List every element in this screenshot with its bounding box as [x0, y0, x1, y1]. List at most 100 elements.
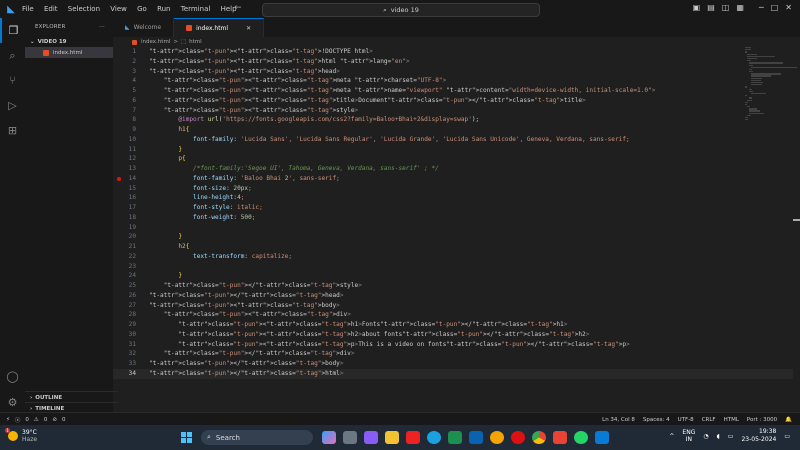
code-line[interactable]: 10 font-family: 'Lucida Sans', 'Lucida S… — [113, 135, 793, 145]
code-line[interactable]: 25 "t-attr">class="t-pun"></"t-attr">cla… — [113, 281, 793, 291]
code-line[interactable]: 15 font-size: 20px; — [113, 184, 793, 194]
code-line[interactable]: 8 @import url('https://fonts.googleapis.… — [113, 115, 793, 125]
code-line[interactable]: 4 "t-attr">class="t-pun"><"t-attr">class… — [113, 76, 793, 86]
layout-icon[interactable]: ▦ — [736, 3, 744, 12]
minimap[interactable] — [745, 47, 797, 121]
tab-index-html[interactable]: index.html ✕ — [174, 18, 265, 37]
windows-start-icon[interactable] — [181, 432, 192, 443]
toggle-secondary-sidebar-icon[interactable]: ◫ — [722, 3, 730, 12]
code-line[interactable]: 24 } — [113, 271, 793, 281]
code-line[interactable]: 34 "t-attr">class="t-pun"></"t-attr">clas… — [113, 368, 793, 379]
code-line[interactable]: 26 "t-attr">class="t-pun"></"t-attr">clas… — [113, 291, 793, 301]
end-of-line[interactable]: CRLF — [702, 417, 716, 423]
clock[interactable]: 19:38 23-05-2024 — [741, 428, 776, 444]
maximize-icon[interactable]: □ — [771, 3, 779, 12]
close-icon[interactable]: ✕ — [785, 3, 792, 12]
code-line[interactable]: 28 "t-attr">class="t-pun"><"t-attr">clas… — [113, 310, 793, 320]
code-line[interactable]: 32 "t-attr">class="t-pun"></"t-attr">cla… — [113, 349, 793, 359]
code-line[interactable]: 30 "t-attr">class="t-pun"><"t-attr">clas… — [113, 330, 793, 340]
code-line[interactable]: 6 "t-attr">class="t-pun"><"t-attr">class… — [113, 96, 793, 106]
cursor-position[interactable]: Ln 34, Col 8 — [602, 417, 635, 423]
code-editor[interactable]: 1 "t-attr">class="t-pun"><"t-attr">class=… — [113, 47, 793, 387]
breadcrumb-node[interactable]: html — [189, 39, 202, 45]
remote-icon[interactable]: ⚡ — [6, 417, 10, 423]
more-actions-icon[interactable]: ··· — [99, 24, 105, 30]
folder-video-19[interactable]: ⌄ VIDEO 19 — [25, 36, 113, 47]
code-line[interactable]: 2 "t-attr">class="t-pun"><"t-attr">class=… — [113, 57, 793, 67]
account-icon[interactable]: ◯ — [0, 364, 25, 389]
command-center-search[interactable]: ⌕ video 19 — [262, 3, 540, 17]
live-server-port[interactable]: Port : 3000 — [747, 417, 777, 423]
code-line[interactable]: 22 text-transform: capitalize; — [113, 252, 793, 262]
source-control-icon[interactable]: ⑂ — [0, 68, 25, 93]
code-line[interactable]: 1 "t-attr">class="t-pun"><"t-attr">class=… — [113, 47, 793, 57]
scrollbar-marker[interactable] — [793, 219, 800, 221]
code-line[interactable]: 5 "t-attr">class="t-pun"><"t-attr">class… — [113, 86, 793, 96]
code-line[interactable]: 17 font-style: italic; — [113, 203, 793, 213]
youtube-icon[interactable] — [406, 431, 420, 444]
gmail-icon[interactable] — [553, 431, 567, 444]
run-debug-icon[interactable]: ▷ — [0, 93, 25, 118]
toggle-panel-icon[interactable]: ▤ — [707, 3, 715, 12]
notification-center-icon[interactable]: ▭ — [784, 433, 790, 440]
battery-icon[interactable]: ▭ — [728, 433, 734, 440]
taskbar-search[interactable]: ⌕ Search — [201, 430, 313, 445]
opera-icon[interactable] — [511, 431, 525, 444]
azure-icon[interactable] — [469, 431, 483, 444]
wifi-icon[interactable]: ◔ — [703, 433, 708, 440]
close-tab-icon[interactable]: ✕ — [246, 25, 251, 32]
menu-selection[interactable]: Selection — [68, 5, 100, 13]
file-index-html[interactable]: index.html — [25, 47, 113, 58]
tab-welcome[interactable]: ◣ Welcome — [113, 18, 175, 37]
explorer-icon[interactable]: ❐ — [0, 18, 25, 43]
weather-widget[interactable]: 1 39°C Haze — [5, 428, 37, 443]
menu-file[interactable]: File — [22, 5, 34, 13]
chrome-canary-icon[interactable] — [490, 431, 504, 444]
language-indicator[interactable]: ENG IN — [682, 429, 695, 443]
file-explorer-icon[interactable] — [385, 431, 399, 444]
warning-count[interactable]: 0 — [44, 417, 48, 423]
menu-run[interactable]: Run — [157, 5, 170, 13]
widgets-icon[interactable] — [364, 431, 378, 444]
ports-count[interactable]: 0 — [62, 417, 66, 423]
code-line[interactable]: 23 — [113, 262, 793, 272]
code-line[interactable]: 12 p{ — [113, 154, 793, 164]
code-line[interactable]: 27 "t-attr">class="t-pun"><"t-attr">class… — [113, 301, 793, 311]
extensions-icon[interactable]: ⊞ — [0, 118, 25, 143]
chrome-icon[interactable] — [532, 431, 546, 444]
menu-view[interactable]: View — [110, 5, 127, 13]
copilot-icon[interactable] — [322, 431, 336, 444]
vscode-taskbar-icon[interactable] — [595, 431, 609, 444]
toggle-sidebar-icon[interactable]: ▣ — [693, 3, 701, 12]
code-line[interactable]: 14 font-family: 'Baloo Bhai 2', sans-ser… — [113, 174, 793, 184]
code-line[interactable]: 33 "t-attr">class="t-pun"></"t-attr">clas… — [113, 359, 793, 369]
code-line[interactable]: 11 } — [113, 145, 793, 155]
excel-icon[interactable] — [448, 431, 462, 444]
search-view-icon[interactable]: ⌕ — [0, 43, 25, 68]
code-line[interactable]: 19 — [113, 223, 793, 233]
tray-chevron-icon[interactable]: ^ — [669, 433, 674, 440]
edge-icon[interactable] — [427, 431, 441, 444]
menu-edit[interactable]: Edit — [44, 5, 58, 13]
notifications-bell-icon[interactable]: 🔔 — [785, 417, 792, 423]
code-line[interactable]: 31 "t-attr">class="t-pun"><"t-attr">clas… — [113, 340, 793, 350]
code-line[interactable]: 20 } — [113, 232, 793, 242]
code-line[interactable]: 13 /*font-family:'Segoe UI', Tahoma, Gen… — [113, 164, 793, 174]
indentation[interactable]: Spaces: 4 — [643, 417, 670, 423]
code-line[interactable]: 9 h1{ — [113, 125, 793, 135]
minimize-icon[interactable]: ─ — [759, 3, 764, 12]
breadcrumb-file[interactable]: index.html — [141, 39, 170, 45]
language-mode[interactable]: HTML — [724, 417, 739, 423]
menu-terminal[interactable]: Terminal — [181, 5, 211, 13]
error-count[interactable]: 0 — [25, 417, 29, 423]
code-line[interactable]: 16 line-height:4; — [113, 193, 793, 203]
code-line[interactable]: 21 h2{ — [113, 242, 793, 252]
encoding[interactable]: UTF-8 — [678, 417, 694, 423]
volume-icon[interactable]: ◖ — [717, 433, 720, 440]
task-view-icon[interactable] — [343, 431, 357, 444]
code-line[interactable]: 3 "t-attr">class="t-pun"><"t-attr">class=… — [113, 67, 793, 77]
whatsapp-icon[interactable] — [574, 431, 588, 444]
code-line[interactable]: 7 "t-attr">class="t-pun"><"t-attr">class… — [113, 106, 793, 116]
code-line[interactable]: 18 font-weight: 500; — [113, 213, 793, 223]
back-arrow-icon[interactable]: ← — [234, 3, 242, 13]
